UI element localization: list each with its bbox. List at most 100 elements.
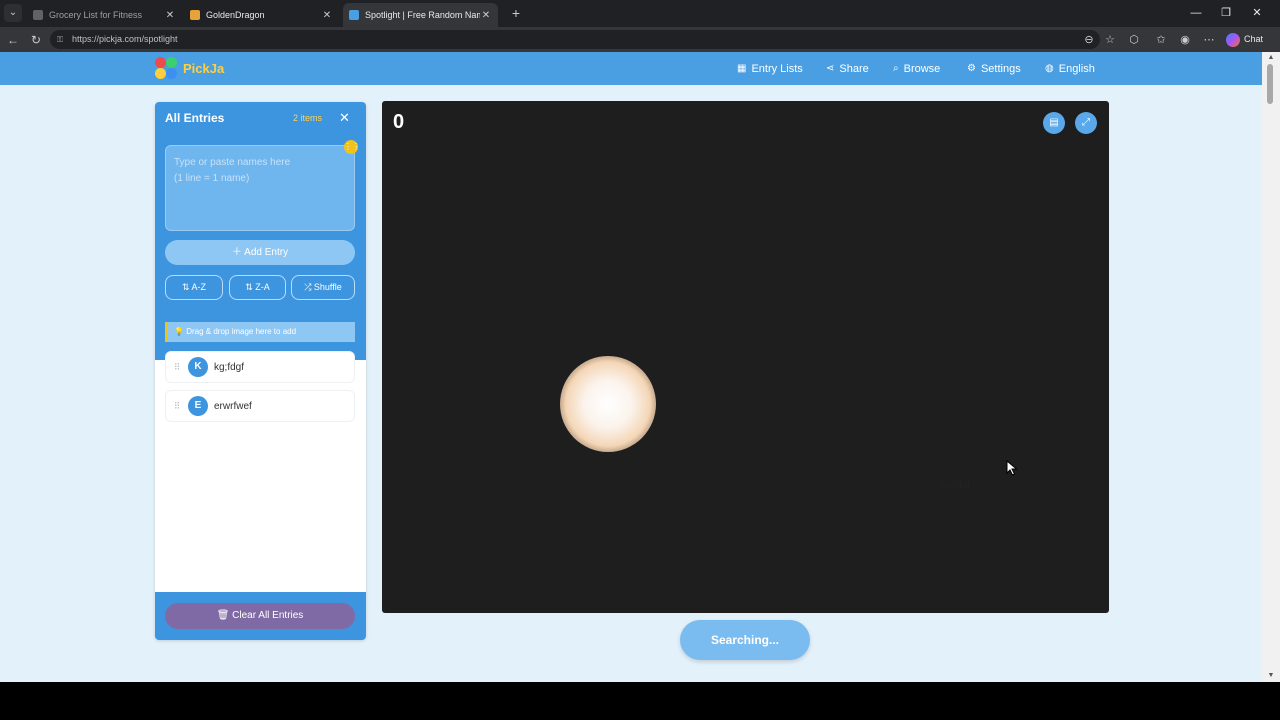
close-icon[interactable]: ✕ xyxy=(321,10,333,21)
clear-all-button[interactable]: 🗑 Clear All Entries xyxy=(165,603,355,629)
drag-handle-icon[interactable]: ⠿ xyxy=(166,401,188,412)
page: PickJa ▦ Entry Lists ⋖ Share ⌕ Browse ⚙ … xyxy=(0,52,1262,682)
placeholder-line: (1 line = 1 name) xyxy=(174,173,250,184)
spotlight-circle xyxy=(560,356,656,452)
tab-grocery[interactable]: Grocery List for Fitness ✕ xyxy=(27,3,182,27)
entries-panel: All Entries 2 items ✕ Type or paste name… xyxy=(155,102,366,640)
grammar-badge-icon[interactable]: ⋮⋮ xyxy=(344,140,360,154)
sort-label: Z-A xyxy=(255,282,270,292)
tab-spotlight[interactable]: Spotlight | Free Random Name Pi ✕ xyxy=(343,3,498,27)
new-tab-icon[interactable]: + xyxy=(508,5,524,21)
mouse-cursor-icon xyxy=(1006,460,1018,476)
nav-settings[interactable]: ⚙ Settings xyxy=(967,52,1021,85)
entries-panel-header: All Entries 2 items ✕ Type or paste name… xyxy=(155,102,366,360)
trash-icon: 🗑 xyxy=(216,610,230,621)
clear-all-label: Clear All Entries xyxy=(232,610,304,621)
entry-count: 2 items xyxy=(293,113,323,123)
list-item[interactable]: ⠿ K kg;fdgf xyxy=(165,351,355,383)
nav-label: Settings xyxy=(980,62,1021,75)
close-icon[interactable]: ✕ xyxy=(339,110,350,126)
tab-goldendragon[interactable]: GoldenDragon ✕ xyxy=(184,3,339,27)
chat-label: Chat xyxy=(1244,34,1264,44)
gear-icon: ⚙ xyxy=(967,63,976,74)
share-icon: ⋖ xyxy=(826,63,835,74)
searching-button[interactable]: Searching... xyxy=(680,620,810,660)
sort-az-button[interactable]: ⇅ A-Z xyxy=(165,275,223,300)
scroll-down-icon[interactable]: ▼ xyxy=(1266,672,1276,680)
shuffle-button[interactable]: ⤮ Shuffle xyxy=(291,275,355,300)
sort-icon: ⇅ xyxy=(181,282,190,292)
chat-button[interactable]: Chat xyxy=(1226,31,1272,48)
add-entry-label: Add Entry xyxy=(244,247,289,258)
address-bar[interactable]: ⚿ https://pickja.com/spotlight xyxy=(50,30,1100,49)
nav-entry-lists[interactable]: ▦ Entry Lists xyxy=(737,52,803,85)
window-close-icon[interactable]: ✕ xyxy=(1249,5,1265,21)
panel-title: All Entries xyxy=(165,111,225,125)
sort-label: A-Z xyxy=(191,282,207,292)
nav-label: Browse xyxy=(903,62,941,75)
scrollbar-thumb[interactable] xyxy=(1267,64,1273,104)
browser-tabbar: ⌄ Grocery List for Fitness ✕ GoldenDrago… xyxy=(0,0,1280,27)
nav-label: English xyxy=(1058,62,1095,75)
site-info-icon[interactable]: ⚿ xyxy=(57,30,63,49)
tab-title: Spotlight | Free Random Name Pi xyxy=(365,10,480,20)
avatar: K xyxy=(188,357,208,377)
shuffle-label: Shuffle xyxy=(313,282,342,292)
close-icon[interactable]: ✕ xyxy=(480,10,492,21)
translate-icon[interactable]: ⊖ xyxy=(1081,32,1097,48)
list-item[interactable]: ⠿ E erwrfwef xyxy=(165,390,355,422)
placeholder-line: Type or paste names here xyxy=(174,157,291,168)
nav-language[interactable]: ◍ English xyxy=(1045,52,1095,85)
nav-label: Share xyxy=(839,62,869,75)
minimize-icon[interactable]: — xyxy=(1188,5,1204,21)
plus-icon: ＋ xyxy=(231,247,242,258)
more-icon[interactable]: ⋯ xyxy=(1201,32,1217,48)
nav-browse[interactable]: ⌕ Browse xyxy=(893,52,940,85)
scroll-up-icon[interactable]: ▲ xyxy=(1266,54,1276,62)
reload-icon[interactable]: ↻ xyxy=(28,32,44,48)
names-textarea[interactable]: Type or paste names here (1 line = 1 nam… xyxy=(165,140,360,231)
top-nav: PickJa ▦ Entry Lists ⋖ Share ⌕ Browse ⚙ … xyxy=(0,52,1262,85)
restore-icon[interactable]: ❐ xyxy=(1218,5,1234,21)
clover-icon xyxy=(349,10,359,20)
nav-label: Entry Lists xyxy=(751,62,803,75)
star-icon[interactable]: ☆ xyxy=(1102,32,1118,48)
avatar: E xyxy=(188,396,208,416)
url-text: https://pickja.com/spotlight xyxy=(72,34,178,44)
entries-panel-footer: 🗑 Clear All Entries xyxy=(155,592,366,640)
page-scrollbar[interactable]: ▲ ▼ xyxy=(1262,52,1280,682)
brand[interactable]: PickJa xyxy=(155,57,224,79)
browser-toolbar: ← ↻ ⚿ https://pickja.com/spotlight ⊖ ☆ ⬡… xyxy=(0,27,1280,52)
sort-za-button[interactable]: ⇅ Z-A xyxy=(229,275,286,300)
clover-logo-icon xyxy=(155,57,177,79)
hidden-entry-label: kg;fdgf xyxy=(940,480,971,491)
spotlight-stage[interactable]: 0 ▤ ⤢ kg;fdgf xyxy=(382,101,1109,613)
extensions-icon[interactable]: ⬡ xyxy=(1126,32,1142,48)
drop-hint: Drag & drop image here to add xyxy=(186,327,297,336)
add-entry-button[interactable]: ＋ Add Entry xyxy=(165,240,355,265)
favorites-icon[interactable]: ✩ xyxy=(1153,32,1169,48)
grid-icon: ▦ xyxy=(737,63,747,74)
notes-icon[interactable]: ▤ xyxy=(1043,112,1065,134)
image-drop-zone[interactable]: 💡 Drag & drop image here to add xyxy=(165,322,355,342)
back-icon[interactable]: ← xyxy=(5,32,21,48)
fullscreen-icon[interactable]: ⤢ xyxy=(1075,112,1097,134)
globe-icon: ◍ xyxy=(1045,63,1054,74)
tab-title: Grocery List for Fitness xyxy=(49,10,143,20)
lightbulb-icon: 💡 xyxy=(174,327,184,336)
tab-title: GoldenDragon xyxy=(206,10,265,20)
tab-list-icon[interactable]: ⌄ xyxy=(4,4,22,22)
profile-icon[interactable]: ◉ xyxy=(1177,32,1193,48)
shuffle-icon: ⤮ xyxy=(304,282,312,292)
page-icon xyxy=(190,10,200,20)
brand-name: PickJa xyxy=(183,60,225,76)
pick-counter: 0 xyxy=(393,111,405,133)
entry-name: erwrfwef xyxy=(214,400,252,412)
drag-handle-icon[interactable]: ⠿ xyxy=(166,362,188,373)
search-icon: ⌕ xyxy=(893,63,899,74)
sort-icon: ⇅ xyxy=(245,282,253,292)
copilot-icon xyxy=(1226,32,1240,47)
close-icon[interactable]: ✕ xyxy=(164,10,176,21)
screen: ⌄ Grocery List for Fitness ✕ GoldenDrago… xyxy=(0,0,1280,720)
nav-share[interactable]: ⋖ Share xyxy=(826,52,869,85)
